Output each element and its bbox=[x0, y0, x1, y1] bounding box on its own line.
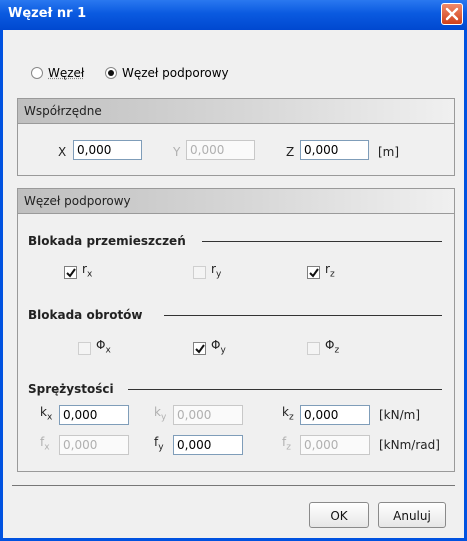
radio-node-label: Węzeł bbox=[48, 66, 85, 80]
z-coordinate-input[interactable] bbox=[300, 140, 369, 160]
y-label: Y bbox=[173, 145, 181, 159]
fy-input[interactable] bbox=[173, 435, 243, 455]
rz-label: rz bbox=[325, 262, 335, 279]
kx-label: kx bbox=[40, 405, 52, 422]
kz-label: kz bbox=[282, 405, 294, 422]
ky-symbol: k bbox=[154, 405, 161, 419]
elasticity-title: Sprężystości bbox=[28, 382, 114, 396]
k-unit: [kN/m] bbox=[379, 408, 421, 422]
check-icon bbox=[309, 268, 319, 278]
radio-support-node-label: Węzeł podporowy bbox=[122, 66, 229, 80]
support-node-header: Węzeł podporowy bbox=[18, 189, 454, 214]
window-title: Węzeł nr 1 bbox=[8, 6, 87, 21]
ky-subscript: y bbox=[160, 412, 167, 423]
fx-label: fx bbox=[40, 435, 50, 452]
phiz-label: Φz bbox=[325, 338, 339, 355]
ky-input bbox=[173, 405, 243, 425]
translation-lock-title: Blokada przemieszczeń bbox=[28, 234, 186, 248]
kx-subscript: x bbox=[46, 412, 53, 423]
kx-symbol: k bbox=[40, 405, 47, 419]
footer-separator bbox=[12, 485, 455, 486]
ry-checkbox bbox=[193, 266, 206, 279]
rotation-lock-title: Blokada obrotów bbox=[28, 308, 143, 322]
ky-label: ky bbox=[154, 405, 166, 422]
rz-subscript: z bbox=[329, 269, 335, 280]
fz-label: fz bbox=[282, 435, 291, 452]
rz-checkbox[interactable] bbox=[307, 266, 320, 279]
kz-input[interactable] bbox=[300, 405, 370, 425]
coordinates-panel: Współrzędne X Y Z [m] bbox=[17, 98, 455, 176]
support-node-panel: Węzeł podporowy Blokada przemieszczeń rx… bbox=[17, 188, 455, 472]
rx-label: rx bbox=[82, 262, 92, 279]
ry-subscript: y bbox=[215, 269, 222, 280]
phix-label: Φx bbox=[96, 338, 111, 355]
radio-support-node-indicator[interactable] bbox=[105, 67, 117, 79]
fz-subscript: z bbox=[286, 442, 291, 453]
close-icon bbox=[445, 7, 459, 21]
coordinates-header: Współrzędne bbox=[18, 99, 454, 124]
phiy-label: Φy bbox=[211, 338, 226, 355]
x-label: X bbox=[58, 145, 67, 159]
z-label: Z bbox=[286, 145, 295, 159]
translation-lock-divider bbox=[202, 241, 442, 242]
fx-input bbox=[59, 435, 129, 455]
dialog-window: Węzeł nr 1 Węzeł Węzeł podporowy Współrz… bbox=[0, 0, 467, 541]
close-button[interactable] bbox=[441, 3, 463, 25]
dialog-body: Węzeł Węzeł podporowy Współrzędne X Y Z … bbox=[3, 30, 464, 538]
rx-subscript: x bbox=[86, 269, 93, 280]
kx-input[interactable] bbox=[59, 405, 129, 425]
radio-node[interactable]: Węzeł bbox=[31, 66, 84, 80]
phix-checkbox bbox=[78, 342, 91, 355]
check-icon bbox=[66, 268, 76, 278]
check-icon bbox=[195, 344, 205, 354]
y-coordinate-input bbox=[186, 140, 255, 160]
rx-checkbox[interactable] bbox=[64, 266, 77, 279]
coordinates-unit: [m] bbox=[378, 145, 400, 159]
x-coordinate-input[interactable] bbox=[73, 140, 142, 160]
phiy-subscript: y bbox=[220, 345, 226, 356]
phiz-subscript: z bbox=[334, 345, 340, 356]
ok-button[interactable]: OK bbox=[309, 502, 369, 528]
fy-subscript: y bbox=[158, 442, 164, 453]
ry-label: ry bbox=[211, 262, 221, 279]
rotation-lock-divider bbox=[164, 315, 442, 316]
cancel-button[interactable]: Anuluj bbox=[378, 502, 446, 528]
fy-label: fy bbox=[154, 435, 164, 452]
kz-subscript: z bbox=[288, 412, 294, 423]
phiy-checkbox[interactable] bbox=[193, 342, 206, 355]
phiz-checkbox bbox=[307, 342, 320, 355]
kz-symbol: k bbox=[282, 405, 289, 419]
radio-node-indicator[interactable] bbox=[31, 67, 43, 79]
f-unit: [kNm/rad] bbox=[379, 438, 440, 452]
elasticity-divider bbox=[128, 389, 442, 390]
fx-subscript: x bbox=[44, 442, 50, 453]
title-bar[interactable]: Węzeł nr 1 bbox=[0, 0, 467, 30]
phix-subscript: x bbox=[105, 345, 111, 356]
radio-support-node[interactable]: Węzeł podporowy bbox=[105, 66, 229, 80]
fz-input bbox=[300, 435, 370, 455]
